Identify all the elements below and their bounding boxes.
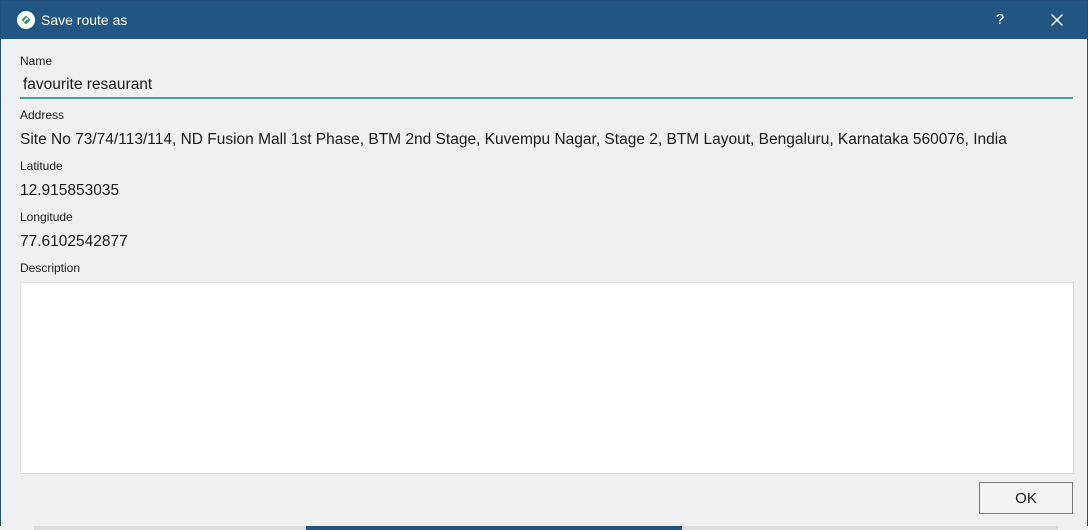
- taskbar-strip: [0, 526, 1088, 530]
- window-title: Save route as: [41, 12, 128, 28]
- close-icon: [1051, 14, 1063, 26]
- description-label: Description: [20, 261, 81, 275]
- latitude-label: Latitude: [20, 159, 63, 173]
- address-value: Site No 73/74/113/114, ND Fusion Mall 1s…: [20, 131, 1007, 148]
- name-label: Name: [20, 54, 53, 68]
- address-label: Address: [20, 108, 65, 122]
- title-bar[interactable]: Save route as ?: [1, 1, 1087, 39]
- longitude-value: 77.6102542877: [20, 233, 128, 250]
- longitude-label: Longitude: [20, 210, 73, 224]
- help-button[interactable]: ?: [985, 1, 1015, 39]
- name-input[interactable]: [20, 73, 1073, 99]
- taskbar-item[interactable]: [34, 526, 306, 530]
- taskbar-item[interactable]: [682, 526, 1058, 530]
- ok-button[interactable]: OK: [979, 482, 1073, 514]
- latitude-value: 12.915853035: [20, 182, 120, 199]
- route-app-icon: [17, 11, 35, 29]
- taskbar-item-active[interactable]: [306, 526, 682, 530]
- close-button[interactable]: [1039, 1, 1075, 39]
- save-route-dialog: Save route as ? Name Address Site No 73/…: [0, 0, 1088, 530]
- description-textarea[interactable]: [20, 282, 1074, 474]
